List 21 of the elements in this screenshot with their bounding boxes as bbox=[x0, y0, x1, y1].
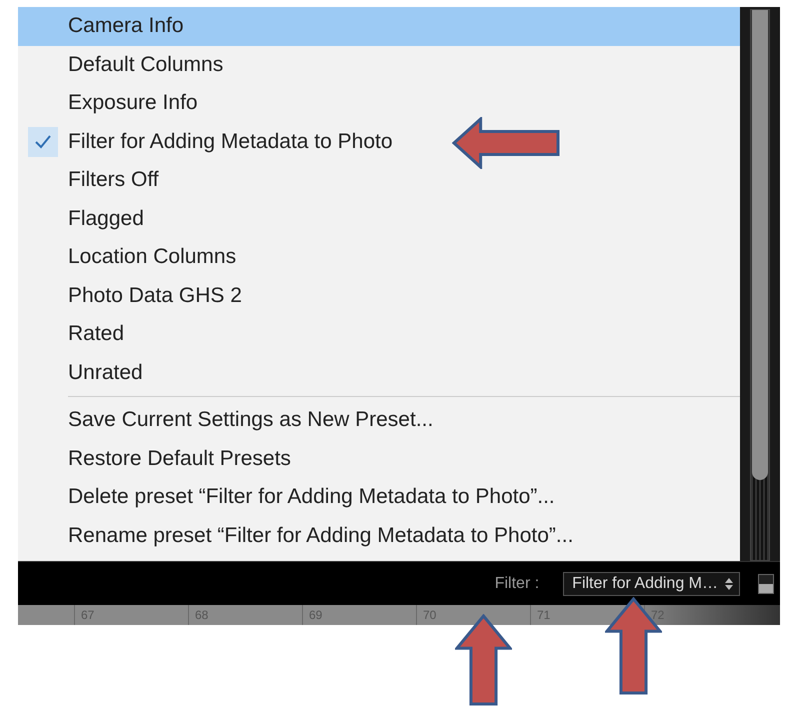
stepper-icon bbox=[724, 576, 734, 590]
menu-item[interactable]: Location Columns bbox=[18, 238, 740, 276]
menu-item[interactable]: Exposure Info bbox=[18, 84, 740, 122]
panel-toggle-button[interactable] bbox=[758, 574, 774, 594]
menu-item[interactable]: Save Current Settings as New Preset... bbox=[18, 401, 740, 440]
menu-item[interactable]: Photo Data GHS 2 bbox=[18, 276, 740, 315]
menu-item[interactable]: Camera Info bbox=[18, 7, 740, 46]
filter-dropdown[interactable]: Filter for Adding M… bbox=[563, 572, 740, 596]
menu-item[interactable]: Restore Default Presets bbox=[18, 440, 740, 478]
scrollbar-thumb[interactable] bbox=[752, 10, 768, 480]
menu-item[interactable]: Rated bbox=[18, 315, 740, 354]
filter-label: Filter : bbox=[494, 574, 540, 592]
menu-item[interactable]: Rename preset “Filter for Adding Metadata to Photo”... bbox=[18, 516, 740, 555]
menu-item[interactable]: Filter for Adding Metadata to Photo bbox=[18, 122, 740, 161]
menu-item[interactable]: Default Columns bbox=[18, 46, 740, 84]
menu-item[interactable]: Filters Off bbox=[18, 161, 740, 200]
scrollbar[interactable] bbox=[750, 9, 770, 561]
checkmark-icon bbox=[28, 126, 58, 157]
menu-item[interactable]: Flagged bbox=[18, 200, 740, 238]
menu-item[interactable]: Delete preset “Filter for Adding Metadata to Photo”... bbox=[18, 478, 740, 516]
menu-item[interactable]: Unrated bbox=[18, 354, 740, 392]
